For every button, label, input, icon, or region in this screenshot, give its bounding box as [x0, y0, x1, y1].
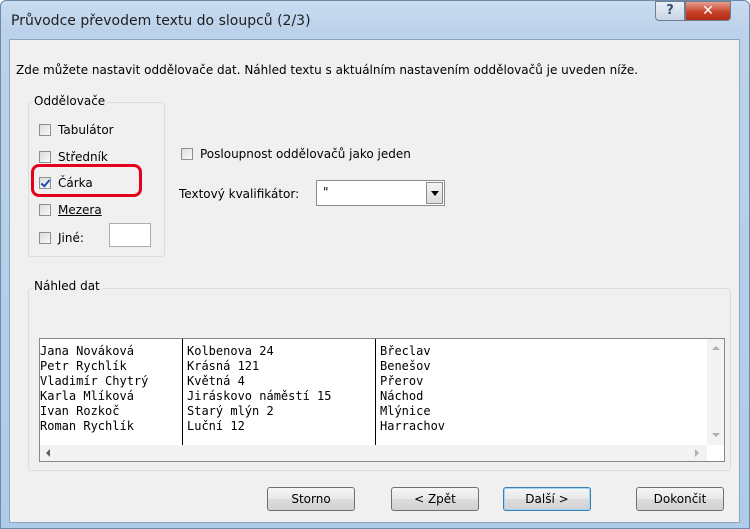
cancel-button[interactable]: Storno — [267, 487, 355, 511]
preview-cell: Přerov — [380, 374, 424, 388]
text-qualifier-label: Textový kvalifikátor: — [179, 187, 300, 201]
chevron-down-icon — [431, 191, 439, 196]
other-checkbox-box[interactable] — [39, 232, 51, 244]
preview-cell: Harrachov — [380, 419, 446, 433]
preview-cell: Jana Nováková — [40, 344, 134, 358]
window-title: Průvodce převodem textu do sloupců (2/3) — [11, 13, 311, 29]
space-checkbox-box[interactable] — [39, 204, 51, 216]
consecutive-delimiters-checkbox[interactable]: Posloupnost oddělovačů jako jeden — [181, 147, 411, 161]
preview-cell: Jiráskovo náměstí 15 — [187, 389, 332, 403]
preview-cell: Břeclav — [380, 344, 431, 358]
title-bar[interactable]: Průvodce převodem textu do sloupců (2/3)… — [1, 1, 749, 39]
preview-cell: Květná 4 — [187, 374, 245, 388]
preview-cell: Roman Rychlík — [40, 419, 134, 433]
back-button[interactable]: < Zpět — [391, 487, 479, 511]
help-button[interactable]: ? — [655, 1, 685, 21]
scroll-left-icon[interactable] — [46, 449, 50, 457]
preview-cell: Krásná 121 — [187, 359, 260, 373]
preview-cell: Karla Mlíková — [40, 389, 134, 403]
close-button[interactable]: ✕ — [685, 1, 731, 21]
close-icon: ✕ — [702, 3, 714, 19]
other-delimiter-input[interactable] — [109, 223, 151, 247]
text-qualifier-select[interactable]: " — [316, 180, 445, 206]
semicolon-checkbox-label: Středník — [58, 150, 108, 164]
delimiters-legend: Oddělovače — [32, 94, 108, 108]
other-checkbox-label: Jiné: — [58, 231, 84, 245]
help-icon: ? — [666, 3, 674, 18]
tab-checkbox-box[interactable] — [39, 124, 51, 136]
next-button[interactable]: Další > — [503, 487, 591, 511]
scroll-down-icon[interactable] — [712, 433, 720, 437]
dialog-window: Průvodce převodem textu do sloupců (2/3)… — [0, 0, 750, 529]
preview-vertical-scrollbar[interactable] — [707, 339, 724, 445]
data-preview-grid[interactable]: Jana Nováková Kolbenova 24 Břeclav Petr Ryc… — [39, 338, 725, 462]
tab-checkbox-label: Tabulátor — [58, 123, 114, 137]
preview-cell: Ivan Rozkoč — [40, 404, 120, 418]
preview-cell: Náchod — [380, 389, 424, 403]
preview-horizontal-scrollbar[interactable] — [40, 445, 707, 461]
finish-button[interactable]: Dokončit — [636, 487, 724, 511]
text-qualifier-value: " — [323, 185, 329, 199]
dialog-body: Zde můžete nastavit oddělovače dat. Náhl… — [9, 39, 740, 523]
scroll-right-icon[interactable] — [695, 449, 699, 457]
space-checkbox-label: Mezera — [58, 203, 102, 217]
preview-cell: Petr Rychlík — [40, 359, 127, 373]
preview-cell: Kolbenova 24 — [187, 344, 274, 358]
instruction-text: Zde můžete nastavit oddělovače dat. Náhl… — [16, 63, 639, 77]
tab-checkbox[interactable]: Tabulátor — [39, 123, 114, 137]
other-checkbox[interactable]: Jiné: — [39, 231, 84, 245]
semicolon-checkbox-box[interactable] — [39, 151, 51, 163]
preview-cell: Mlýnice — [380, 404, 431, 418]
semicolon-checkbox[interactable]: Středník — [39, 150, 108, 164]
space-checkbox[interactable]: Mezera — [39, 203, 102, 217]
consecutive-delimiters-label: Posloupnost oddělovačů jako jeden — [200, 147, 411, 161]
consecutive-delimiters-checkbox-box[interactable] — [181, 148, 193, 160]
preview-cell: Benešov — [380, 359, 431, 373]
preview-cell: Luční 12 — [187, 419, 245, 433]
comma-highlight-annotation — [31, 164, 142, 197]
preview-legend: Náhled dat — [32, 279, 102, 293]
preview-cell: Vladimír Chytrý — [40, 374, 149, 388]
scroll-up-icon[interactable] — [712, 346, 720, 350]
text-qualifier-dropdown-button[interactable] — [426, 182, 443, 204]
preview-cell: Starý mlýn 2 — [187, 404, 274, 418]
